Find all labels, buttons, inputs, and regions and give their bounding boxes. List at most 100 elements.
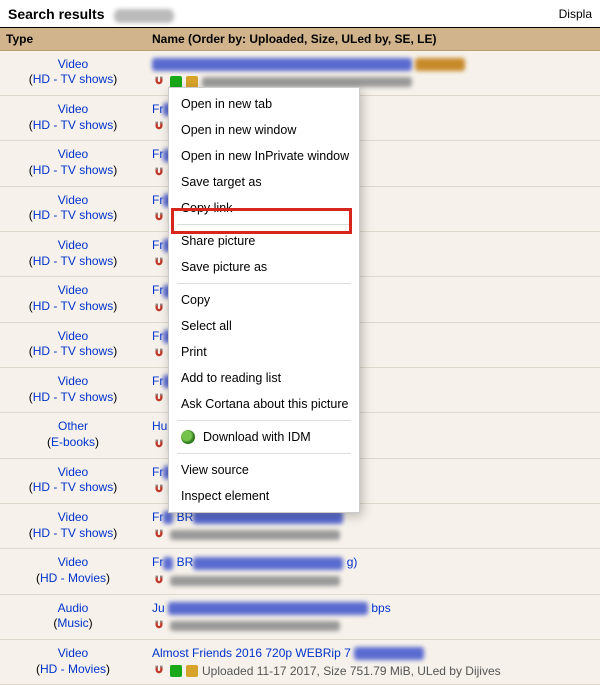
magnet-icon-svg [152,574,166,588]
ctx-download-idm-label: Download with IDM [203,430,311,444]
subcategory-link[interactable]: HD - TV shows [33,208,113,222]
ctx-open-inprivate[interactable]: Open in new InPrivate window [169,143,359,169]
blurred-link[interactable] [168,602,368,615]
category-link[interactable]: Other [58,419,88,433]
torrent-link[interactable]: Almost Friends 2016 720p WEBRip 7 [152,646,351,660]
name-cell: Fr BR g) [146,549,600,594]
category-link[interactable]: Video [58,465,88,479]
subcategory-link[interactable]: HD - TV shows [33,299,113,313]
display-label-truncated[interactable]: Displa [559,7,592,21]
blurred-uploader[interactable] [415,58,465,71]
col-name[interactable]: Name (Order by: Uploaded, Size, ULed by,… [146,28,600,51]
subcategory-link[interactable]: HD - TV shows [33,118,113,132]
magnet-icon[interactable] [152,438,166,452]
magnet-icon[interactable] [152,664,166,678]
torrent-link-fragment[interactable]: BR [177,555,194,569]
subcategory-link[interactable]: HD - TV shows [33,72,113,86]
ctx-open-new-window[interactable]: Open in new window [169,117,359,143]
category-link[interactable]: Video [58,238,88,252]
subcategory-link[interactable]: HD - TV shows [33,254,113,268]
name-cell: Almost Friends 2016 720p WEBRip 7 Upload… [146,640,600,685]
category-link[interactable]: Video [58,102,88,116]
category-link[interactable]: Video [58,329,88,343]
vip-icon [186,665,198,677]
ctx-reading-list[interactable]: Add to reading list [169,365,359,391]
ctx-share-picture[interactable]: Share picture [169,228,359,254]
subcategory-link[interactable]: HD - TV shows [33,480,113,494]
subcategory-link[interactable]: HD - Movies [40,571,106,585]
type-cell: Video(HD - Movies) [0,549,146,594]
blurred-meta [170,530,340,540]
ctx-view-source[interactable]: View source [169,457,359,483]
category-link[interactable]: Video [58,57,88,71]
torrent-link-prefix: Hu [152,419,167,433]
magnet-icon-svg [152,256,166,270]
ctx-open-new-tab[interactable]: Open in new tab [169,91,359,117]
magnet-icon-svg [152,302,166,316]
category-link[interactable]: Video [58,374,88,388]
type-cell: Video(HD - TV shows) [0,504,146,549]
subcategory-link[interactable]: E-books [51,435,95,449]
ctx-inspect[interactable]: Inspect element [169,483,359,509]
blurred-link[interactable] [193,557,343,570]
ctx-save-picture[interactable]: Save picture as [169,254,359,280]
category-link[interactable]: Video [58,510,88,524]
magnet-icon[interactable] [152,347,166,361]
blurred-link[interactable] [152,58,412,71]
type-cell: Video(HD - Movies) [0,640,146,685]
row-meta: Uploaded 11-17 2017, Size 751.79 MiB, UL… [202,664,501,678]
blurred-link[interactable] [193,511,343,524]
col-type[interactable]: Type [0,28,146,51]
magnet-icon[interactable] [152,120,166,134]
torrent-link-prefix: Fr [152,555,163,569]
ctx-save-target[interactable]: Save target as [169,169,359,195]
subcategory-link[interactable]: HD - Movies [40,662,106,676]
context-menu: Open in new tab Open in new window Open … [168,87,360,513]
magnet-icon[interactable] [152,256,166,270]
ctx-select-all[interactable]: Select all [169,313,359,339]
category-link[interactable]: Video [58,555,88,569]
ctx-copy-link[interactable]: Copy link [169,195,359,221]
torrent-link-prefix: Fr [152,102,163,116]
torrent-link-prefix: Fr [152,193,163,207]
torrent-link-prefix: Fr [152,283,163,297]
type-cell: Video(HD - TV shows) [0,277,146,322]
table-row: Video(HD - Movies)Fr BR g) [0,549,600,594]
category-link[interactable]: Video [58,646,88,660]
ctx-copy[interactable]: Copy [169,287,359,313]
torrent-link-trail: g) [347,555,358,569]
magnet-icon-svg [152,347,166,361]
subcategory-link[interactable]: HD - TV shows [33,390,113,404]
type-cell: Video(HD - TV shows) [0,50,146,95]
category-link[interactable]: Audio [58,601,89,615]
category-link[interactable]: Video [58,193,88,207]
type-cell: Video(HD - TV shows) [0,368,146,413]
magnet-icon[interactable] [152,166,166,180]
torrent-link-prefix: Fr [152,510,163,524]
magnet-icon-svg [152,438,166,452]
magnet-icon[interactable] [152,619,166,633]
table-row: Video(HD - Movies)Almost Friends 2016 72… [0,640,600,685]
magnet-icon[interactable] [152,302,166,316]
blurred-link[interactable] [163,511,173,524]
magnet-icon[interactable] [152,392,166,406]
magnet-icon[interactable] [152,75,166,89]
type-cell: Other(E-books) [0,413,146,458]
ctx-sep-1 [177,224,351,225]
torrent-link-prefix: Fr [152,147,163,161]
type-cell: Video(HD - TV shows) [0,232,146,277]
subcategory-link[interactable]: HD - TV shows [33,163,113,177]
category-link[interactable]: Video [58,147,88,161]
magnet-icon[interactable] [152,483,166,497]
magnet-icon[interactable] [152,211,166,225]
subcategory-link[interactable]: Music [57,616,88,630]
blurred-link[interactable] [163,557,173,570]
ctx-print[interactable]: Print [169,339,359,365]
category-link[interactable]: Video [58,283,88,297]
magnet-icon[interactable] [152,528,166,542]
subcategory-link[interactable]: HD - TV shows [33,344,113,358]
ctx-download-idm[interactable]: Download with IDM [169,424,359,450]
subcategory-link[interactable]: HD - TV shows [33,526,113,540]
ctx-ask-cortana[interactable]: Ask Cortana about this picture [169,391,359,417]
magnet-icon[interactable] [152,574,166,588]
